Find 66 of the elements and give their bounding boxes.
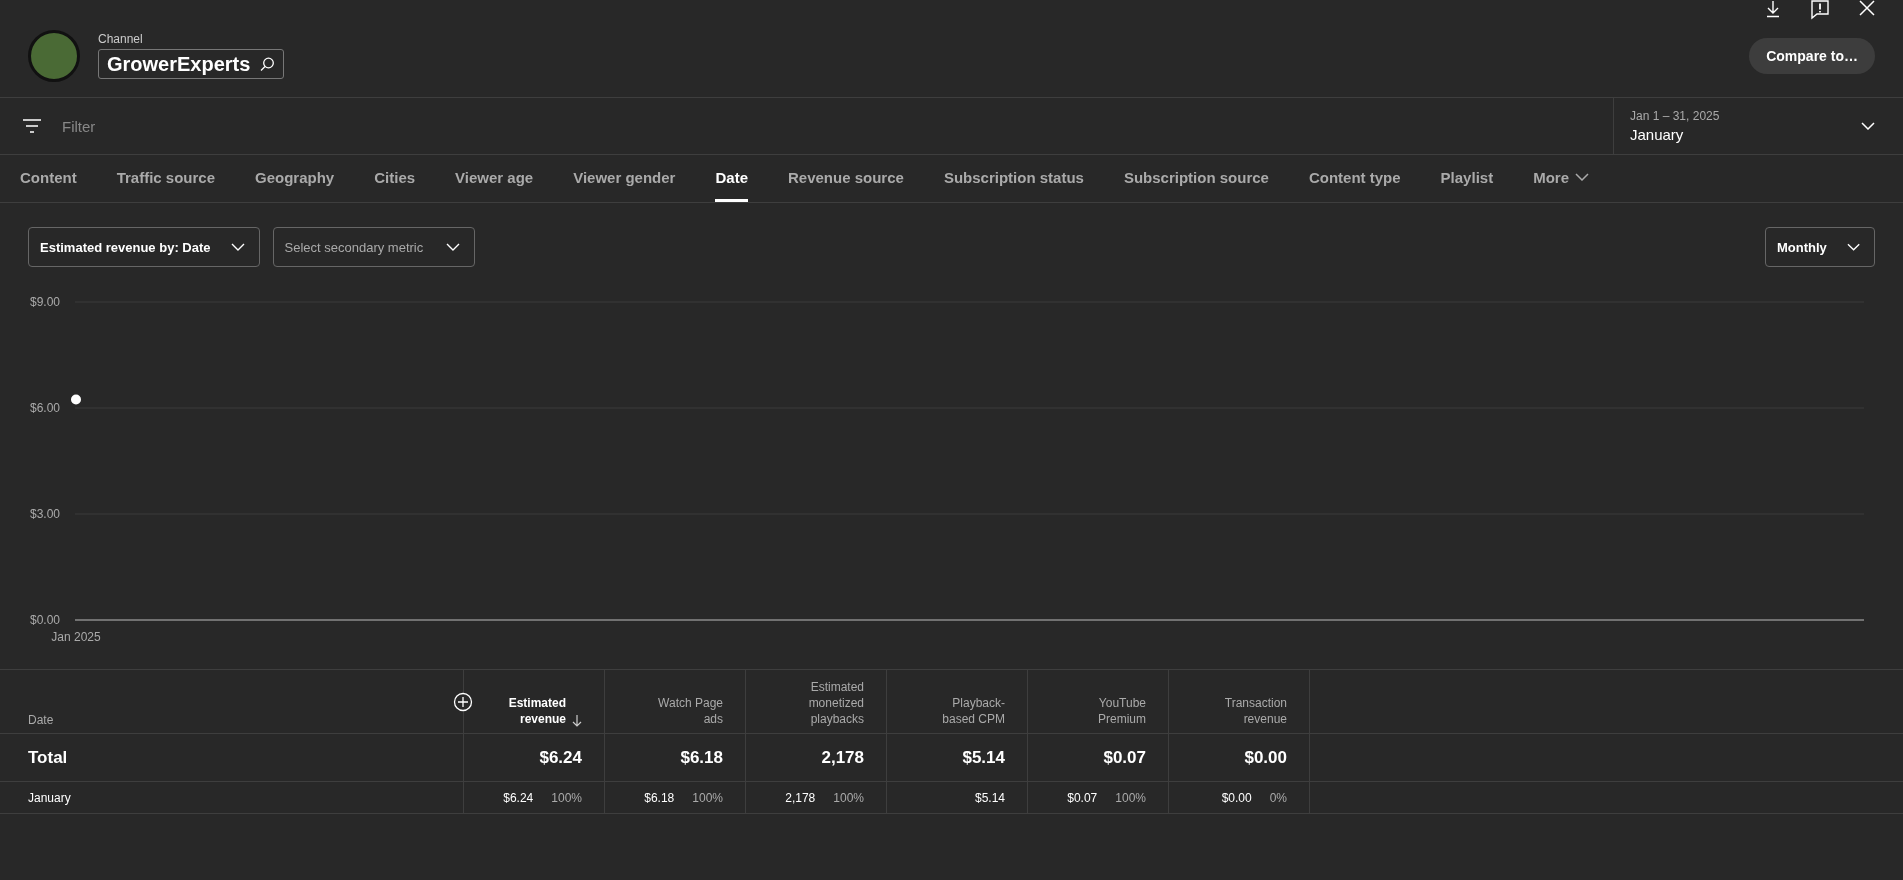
feedback-icon[interactable] xyxy=(1811,0,1829,20)
date-range: Jan 1 – 31, 2025 xyxy=(1630,109,1720,123)
tab[interactable]: Cities xyxy=(374,155,416,202)
total-value: $6.18 xyxy=(680,747,723,768)
chevron-down-icon xyxy=(230,243,245,251)
total-label: Total xyxy=(28,747,68,768)
filter-field[interactable]: Filter xyxy=(60,116,263,136)
share-percent: 100% xyxy=(692,790,723,805)
table-cell: $6.24 xyxy=(503,790,534,805)
column-header[interactable]: YouTube Premium xyxy=(1068,695,1146,727)
add-column-icon[interactable] xyxy=(453,692,473,712)
tab[interactable]: Playlist xyxy=(1440,155,1494,202)
total-value: $0.07 xyxy=(1103,747,1146,768)
compare-button[interactable]: Compare to… xyxy=(1749,37,1875,74)
table-cell: 2,178 xyxy=(785,790,816,805)
row-label: January xyxy=(28,790,71,805)
axis-label: $3.00 xyxy=(29,507,60,521)
chevron-down-icon xyxy=(1575,173,1589,181)
total-value: $6.24 xyxy=(539,747,582,768)
primary-metric-dropdown[interactable]: Estimated revenue by: Date xyxy=(28,227,260,267)
tab[interactable]: Subscription source xyxy=(1123,155,1269,202)
axis-label: $9.00 xyxy=(29,295,60,309)
column-header[interactable]: Estimated monetized playbacks xyxy=(786,679,864,727)
tab[interactable]: Revenue source xyxy=(788,155,904,202)
table-cell: $5.14 xyxy=(974,790,1005,805)
share-percent: 100% xyxy=(1115,790,1146,805)
total-value: 2,178 xyxy=(821,747,864,768)
column-header[interactable]: Date xyxy=(28,713,54,727)
tab[interactable]: Viewer gender xyxy=(573,155,676,202)
share-percent: 100% xyxy=(833,790,864,805)
tab[interactable]: Viewer age xyxy=(455,155,534,202)
filter-icon[interactable] xyxy=(22,119,42,133)
secondary-metric-dropdown[interactable]: Select secondary metric xyxy=(272,227,475,267)
axis-label: $6.00 xyxy=(29,401,60,415)
column-header[interactable]: Playback-based CPM xyxy=(927,695,1005,727)
interval-dropdown[interactable]: Monthly xyxy=(1765,227,1875,267)
chevron-down-icon xyxy=(445,243,460,251)
date-period: January xyxy=(1630,126,1685,143)
total-value: $0.00 xyxy=(1244,747,1287,768)
column-header[interactable]: Watch Page ads xyxy=(645,695,723,727)
tab[interactable]: Traffic source xyxy=(116,155,216,202)
tab[interactable]: Subscription status xyxy=(943,155,1084,202)
chevron-down-icon xyxy=(1861,122,1875,130)
axis-label: $0.00 xyxy=(29,613,60,627)
channel-label: Channel xyxy=(98,32,144,46)
table-cell: $6.18 xyxy=(644,790,675,805)
channel-selector[interactable]: GrowerExperts xyxy=(98,49,285,79)
table-cell: $0.00 xyxy=(1221,790,1252,805)
chart-point xyxy=(71,394,81,405)
channel-avatar xyxy=(28,29,80,82)
column-header[interactable]: Estimated revenue xyxy=(504,695,582,727)
share-percent: 0% xyxy=(1269,790,1287,805)
table-cell: $0.07 xyxy=(1067,790,1098,805)
tab[interactable]: Date xyxy=(715,155,748,202)
date-range-picker[interactable]: Jan 1 – 31, 2025 January xyxy=(1613,98,1903,154)
chevron-down-icon xyxy=(1846,243,1860,251)
share-percent: 100% xyxy=(551,790,582,805)
tab[interactable]: Geography xyxy=(255,155,335,202)
axis-label: Jan 2025 xyxy=(51,630,101,644)
tab[interactable]: Content type xyxy=(1308,155,1401,202)
download-icon[interactable] xyxy=(1765,0,1781,20)
tab[interactable]: Content xyxy=(20,155,77,202)
more-tab[interactable]: More xyxy=(1533,155,1589,202)
column-header[interactable]: Transaction revenue xyxy=(1209,695,1287,727)
total-value: $5.14 xyxy=(962,747,1005,768)
search-icon xyxy=(260,56,276,72)
